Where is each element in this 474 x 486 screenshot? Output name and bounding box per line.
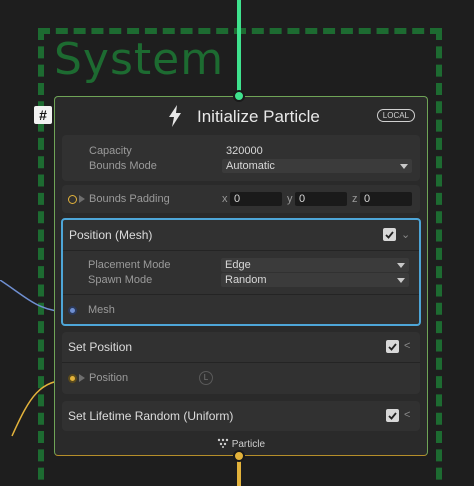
node-header[interactable]: Initialize Particle LOCAL <box>55 97 427 135</box>
position-mesh-block[interactable]: Position (Mesh) ⌄ Placement Mode Edge Sp… <box>61 218 421 326</box>
placement-mode-value: Edge <box>225 259 251 271</box>
block-divider <box>63 294 419 295</box>
position-mesh-header[interactable]: Position (Mesh) <box>63 220 419 250</box>
checkmark-icon <box>388 343 397 351</box>
space-badge[interactable]: LOCAL <box>376 109 415 122</box>
position-label: Position <box>89 372 129 384</box>
initialize-particle-node[interactable]: Initialize Particle LOCAL Capacity 32000… <box>54 96 428 456</box>
set-position-title: Set Position <box>68 340 133 354</box>
block-divider <box>63 250 419 251</box>
flow-input-port[interactable] <box>233 90 245 102</box>
spawn-mode-dropdown[interactable]: Random <box>221 273 409 287</box>
set-lifetime-title: Set Lifetime Random (Uniform) <box>68 409 234 423</box>
expand-arrow-icon[interactable] <box>79 195 85 203</box>
capacity-label: Capacity <box>89 145 132 157</box>
bolt-icon <box>169 105 181 127</box>
bounds-mode-dropdown[interactable]: Automatic <box>222 159 412 173</box>
expand-arrow-icon[interactable] <box>79 374 85 382</box>
x-field[interactable]: 0 <box>230 192 282 206</box>
placement-mode-label: Placement Mode <box>88 259 171 271</box>
position-mesh-title: Position (Mesh) <box>69 228 153 242</box>
spawn-mode-label: Spawn Mode <box>88 274 153 286</box>
chevron-down-icon <box>400 164 408 169</box>
set-position-enabled-checkbox[interactable] <box>386 340 399 353</box>
particle-icon <box>217 438 229 448</box>
node-footer: Particle <box>55 438 427 450</box>
position-mesh-enabled-checkbox[interactable] <box>383 228 396 241</box>
bounds-padding-label: Bounds Padding <box>89 193 170 205</box>
local-space-tag[interactable]: L <box>199 371 213 385</box>
set-lifetime-enabled-checkbox[interactable] <box>386 409 399 422</box>
system-title[interactable]: System <box>54 34 224 85</box>
checkmark-icon <box>385 231 394 239</box>
chevron-down-icon <box>397 263 405 268</box>
chevron-down-icon <box>397 278 405 283</box>
y-field[interactable]: 0 <box>295 192 347 206</box>
set-position-block[interactable]: Set Position < Position L <box>62 332 420 394</box>
y-label: y <box>287 193 293 205</box>
flow-output-port[interactable] <box>233 450 245 462</box>
hash-badge[interactable]: # <box>34 106 52 124</box>
set-lifetime-block[interactable]: Set Lifetime Random (Uniform) < <box>62 401 420 431</box>
mesh-label: Mesh <box>88 304 115 316</box>
mesh-port[interactable] <box>68 306 77 315</box>
bounds-padding-row: Bounds Padding x 0 y 0 z 0 <box>62 185 420 213</box>
node-title: Initialize Particle <box>197 107 320 126</box>
placement-mode-dropdown[interactable]: Edge <box>221 258 409 272</box>
block-divider <box>62 362 420 363</box>
z-field[interactable]: 0 <box>360 192 412 206</box>
bounds-mode-value: Automatic <box>226 160 275 172</box>
chevron-down-icon[interactable]: ⌄ <box>401 228 410 241</box>
set-position-header[interactable]: Set Position <box>62 332 420 362</box>
bounds-mode-label: Bounds Mode <box>89 160 157 172</box>
spawn-mode-value: Random <box>225 274 267 286</box>
bounds-padding-port[interactable] <box>68 195 77 204</box>
set-lifetime-header[interactable]: Set Lifetime Random (Uniform) <box>62 401 420 431</box>
flow-input-wire <box>237 0 241 96</box>
chevron-left-icon[interactable]: < <box>404 340 410 352</box>
checkmark-icon <box>388 412 397 420</box>
x-label: x <box>222 193 228 205</box>
settings-section: Capacity 320000 Bounds Mode Automatic <box>62 135 420 181</box>
capacity-field[interactable]: 320000 <box>222 144 412 158</box>
footer-label: Particle <box>231 439 266 450</box>
chevron-left-icon[interactable]: < <box>404 409 410 421</box>
z-label: z <box>352 193 358 205</box>
position-port[interactable] <box>68 374 77 383</box>
